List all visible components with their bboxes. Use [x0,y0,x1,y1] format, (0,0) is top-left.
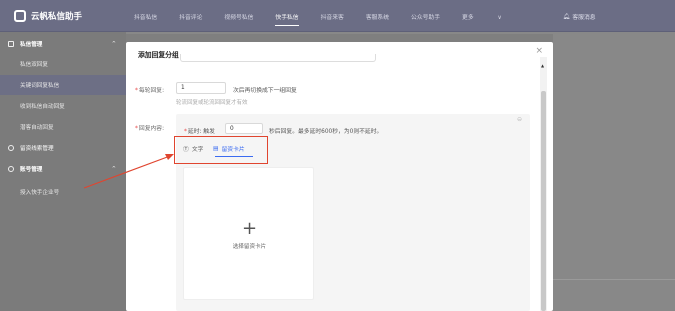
per-round-label: *每轮回复: [135,88,165,94]
truncated-field-row [136,54,376,65]
add-reply-group-dialog: 添加回复分组 × *每轮回复: 1 次后再切换成下一组回复 轮流回复或轮流回回复… [126,42,553,311]
message-icon [8,41,14,47]
top-navigation-bar: 云帆私信助手 抖音私信 抖音评论 视频号私信 快手私信 抖音来客 客服系统 公众… [0,0,675,32]
chevron-up-icon: ^ [111,166,116,172]
nav-item-official-account[interactable]: 公众号助手 [411,12,440,26]
nav-item-channels-dm[interactable]: 视频号私信 [224,12,253,26]
dialog-scrollbar[interactable]: ▲ [540,57,547,311]
close-icon[interactable]: × [535,46,543,56]
delay-suffix: 秒后回复。最多延时600秒，为0则不延时。 [269,129,383,135]
user-icon [8,166,14,172]
scroll-up-icon[interactable]: ▲ [541,63,544,68]
nav-item-douyin-dm[interactable]: 抖音私信 [134,12,157,26]
sidebar-item-lead-management[interactable]: 留资线索管理 [0,138,126,158]
app-name: 云帆私信助手 [31,12,83,22]
nav-item-kuaishou-dm[interactable]: 快手私信 [275,12,299,26]
delay-seconds-input[interactable]: 0 [225,123,263,134]
service-message-label: 客服消息 [572,15,596,21]
scrollbar-thumb[interactable] [541,91,546,311]
overlay-right [553,32,675,311]
nav-item-customer-service[interactable]: 客服系统 [366,12,389,26]
app-logo[interactable]: 云帆私信助手 [14,10,82,22]
sidebar: 私信管理 ^ 私信双回复 关键词回复私信 收到私信自动回复 潜客自动回复 留资线… [0,32,126,311]
per-round-hint: 轮流回复或轮流回回复才有效 [176,100,248,106]
sidebar-group-dm-management[interactable]: 私信管理 ^ [0,34,126,54]
main-nav: 抖音私信 抖音评论 视频号私信 快手私信 抖音来客 客服系统 公众号助手 更多 … [134,12,546,26]
sidebar-item-auto-reply[interactable]: 收到私信自动回复 [0,96,126,116]
nav-item-more[interactable]: 更多 ∨ [462,12,524,26]
reply-content-label: *回复内容: [135,126,165,132]
remove-circle-icon[interactable]: ⊖ [517,116,522,123]
select-lead-card-button[interactable]: + 选择留资卡片 [183,167,314,300]
service-message-link[interactable]: 🔔︎ 客服消息 [563,12,596,22]
divider [553,279,675,280]
sidebar-group-account-management[interactable]: 账号管理 ^ [0,159,126,179]
nav-item-douyin-comments[interactable]: 抖音评论 [179,12,202,26]
app-logo-icon [14,10,26,22]
nav-item-douyin-laike[interactable]: 抖音来客 [321,12,344,26]
sidebar-item-connect-kuaishou[interactable]: 授入快手企业号 [0,182,126,202]
truncated-input[interactable] [180,54,376,62]
per-round-input[interactable]: 1 [176,82,226,94]
bell-icon: 🔔︎ [563,13,571,20]
sidebar-item-lead-auto-reply[interactable]: 潜客自动回复 [0,117,126,137]
annotation-highlight-box [174,136,268,164]
chevron-up-icon: ^ [111,41,116,47]
target-icon [8,145,14,151]
per-round-suffix: 次后再切换成下一组回复 [233,88,297,94]
sidebar-item-dm-dual-reply[interactable]: 私信双回复 [0,54,126,74]
select-lead-card-label: 选择留资卡片 [232,244,267,250]
plus-icon: + [242,218,258,239]
chevron-down-icon: ∨ [497,15,502,21]
delay-label: *延时: 触发 [184,129,215,135]
sidebar-item-keyword-reply[interactable]: 关键词回复私信 [0,75,126,95]
